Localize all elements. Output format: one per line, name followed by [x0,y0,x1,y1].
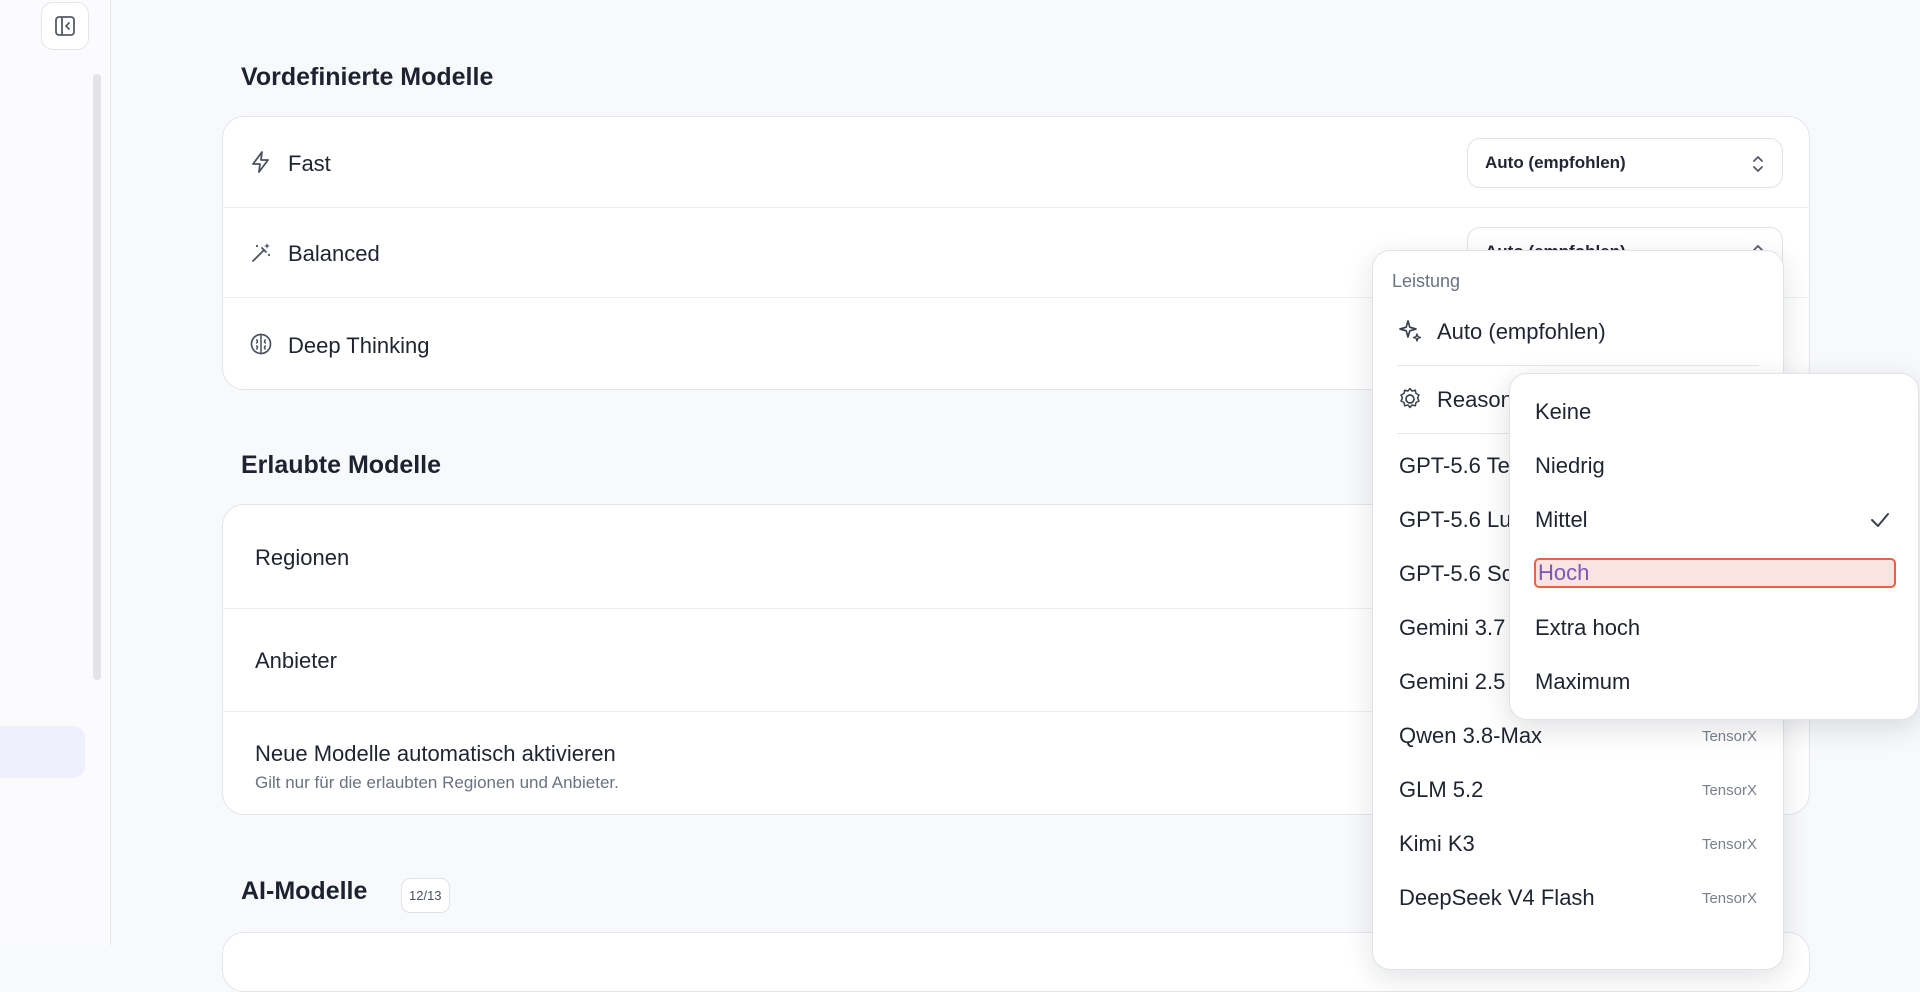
dropdown-model-item[interactable]: DeepSeek V4 Flash [1399,885,1595,911]
checkmark-icon [1871,513,1889,527]
model-row-label: Deep Thinking [288,333,430,358]
dropdown-model-item[interactable]: Kimi K3 [1399,831,1475,857]
regions-label: Regionen [255,545,350,570]
sidebar-active-item[interactable] [0,726,85,778]
providers-label: Anbieter [255,648,337,673]
dropdown-model-item[interactable]: GPT-5.6 Lu [1399,507,1512,533]
reasoning-option-mittel[interactable]: Mittel [1535,507,1588,533]
dropdown-model-item[interactable]: Gemini 3.7 [1399,615,1505,641]
chevron-up-down-icon [1753,156,1763,172]
dropdown-model-provider: TensorX [1701,782,1757,799]
dropdown-model-item[interactable]: Qwen 3.8-Max [1399,723,1542,749]
dropdown-item-auto[interactable]: Auto (empfohlen) [1437,319,1606,345]
predefined-models-title: Vordefinierte Modelle [241,63,494,91]
sidebar-collapse-icon [55,16,75,36]
reasoning-option-niedrig[interactable]: Niedrig [1535,453,1605,479]
allowed-models-title: Erlaubte Modelle [241,451,442,479]
model-row-label: Balanced [288,241,380,266]
reasoning-option-hoch[interactable]: Hoch [1534,558,1896,588]
dropdown-model-item[interactable]: GPT-5.6 Te [1399,453,1510,479]
dropdown-model-item[interactable]: Gemini 2.5 [1399,669,1505,695]
dropdown-model-item[interactable]: GLM 5.2 [1399,777,1483,803]
sidebar-collapse-button[interactable] [41,2,89,50]
lightning-icon [252,151,269,173]
reasoning-option-keine[interactable]: Keine [1535,399,1591,425]
sidebar [0,0,111,945]
sidebar-scrollbar[interactable] [93,74,101,680]
reasoning-option-maximum[interactable]: Maximum [1535,669,1630,695]
dropdown-separator [1397,365,1759,366]
magic-wand-icon [252,243,271,262]
dropdown-model-provider: TensorX [1701,836,1757,853]
brain-icon [250,333,272,355]
gear-icon [1400,387,1420,409]
auto-enable-label: Neue Modelle automatisch aktivieren [255,741,616,766]
select-value: Auto (empfohlen) [1485,153,1626,172]
auto-enable-hint: Gilt nur für die erlaubten Regionen und … [255,773,619,792]
reasoning-level-submenu: Keine Niedrig Mittel Hoch Extra hoch Max… [1509,373,1919,720]
dropdown-model-provider: TensorX [1701,890,1757,907]
dropdown-model-provider: TensorX [1701,728,1757,745]
reasoning-option-extra-hoch[interactable]: Extra hoch [1535,615,1640,641]
ai-models-title: AI-Modelle [241,877,368,905]
ai-models-count-badge: 12/13 [401,878,450,913]
dropdown-group-label: Leistung [1392,271,1461,291]
fast-model-select[interactable]: Auto (empfohlen) [1467,138,1783,188]
sparkles-icon [1399,320,1422,342]
dropdown-model-item[interactable]: GPT-5.6 Sc [1399,561,1513,587]
model-row-fast: Fast Auto (empfohlen) [223,117,1809,208]
model-row-label: Fast [288,151,331,176]
